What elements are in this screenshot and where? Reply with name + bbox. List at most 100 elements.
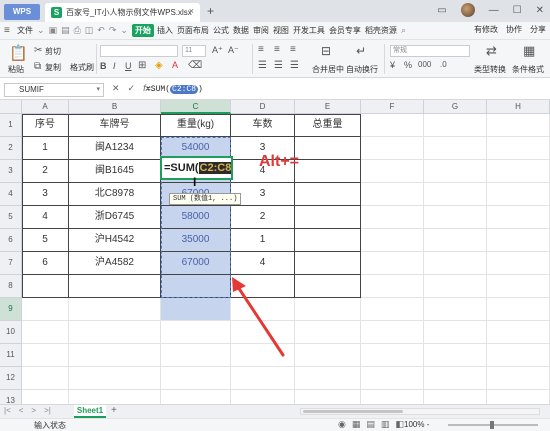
row-header-13[interactable]: 13 <box>0 390 22 404</box>
redo-icon[interactable]: ↷ <box>109 25 117 36</box>
cell-h13[interactable] <box>487 390 550 404</box>
paste-button[interactable]: 粘贴 <box>8 64 24 75</box>
row-header-1[interactable]: 1 <box>0 114 22 137</box>
cell-d6[interactable]: 1 <box>231 229 295 252</box>
collaborate-button[interactable]: 协作 <box>506 24 522 35</box>
conditional-format-icon[interactable]: ▦ <box>523 43 535 59</box>
cell-d12[interactable] <box>231 367 295 390</box>
cancel-icon[interactable]: ✕ <box>112 83 120 94</box>
cell-e10[interactable] <box>295 321 361 344</box>
zoom-knob[interactable] <box>490 421 494 429</box>
conditional-format-button[interactable]: 条件格式 <box>512 64 544 75</box>
cell-b8[interactable] <box>69 275 161 298</box>
document-tab[interactable]: S 百家号_IT小人物示例文件WPS.xlsx × <box>45 3 200 22</box>
cell-g10[interactable] <box>424 321 487 344</box>
menu-member[interactable]: 会员专享 <box>329 25 361 36</box>
cell-f1[interactable] <box>361 114 424 137</box>
has-changes-button[interactable]: 有修改 <box>474 24 498 35</box>
cell-f6[interactable] <box>361 229 424 252</box>
menu-insert[interactable]: 插入 <box>157 25 173 36</box>
cell-c8[interactable] <box>161 275 231 298</box>
cell-a3[interactable]: 2 <box>22 160 69 183</box>
cell-a7[interactable]: 6 <box>22 252 69 275</box>
new-tab-button[interactable]: + <box>207 4 214 18</box>
save-icon[interactable]: ▤ <box>61 25 70 36</box>
more-icon[interactable]: ⌄ <box>120 25 128 36</box>
eye-icon[interactable]: ◉ <box>338 419 346 430</box>
page-view-icon[interactable]: ▤ <box>366 419 375 430</box>
column-header-c[interactable]: C <box>161 100 231 114</box>
font-name-select[interactable] <box>100 45 178 57</box>
type-convert-icon[interactable]: ⇄ <box>486 43 497 59</box>
minimize-icon[interactable]: — <box>489 5 499 16</box>
cell-d11[interactable] <box>231 344 295 367</box>
format-painter-button[interactable]: 格式刷 <box>70 62 94 73</box>
cell-d5[interactable]: 2 <box>231 206 295 229</box>
row-header-12[interactable]: 12 <box>0 367 22 390</box>
cell-h9[interactable] <box>487 298 550 321</box>
row-header-4[interactable]: 4 <box>0 183 22 206</box>
row-header-2[interactable]: 2 <box>0 137 22 160</box>
row-header-5[interactable]: 5 <box>0 206 22 229</box>
layout-icon[interactable]: ▭ <box>437 5 446 16</box>
cell-h12[interactable] <box>487 367 550 390</box>
decimal-icon[interactable]: .0 <box>440 60 447 69</box>
percent-icon[interactable]: % <box>404 60 412 70</box>
cell-b13[interactable] <box>69 390 161 404</box>
cell-a2[interactable]: 1 <box>22 137 69 160</box>
bold-icon[interactable]: B <box>100 61 107 71</box>
cell-g1[interactable] <box>424 114 487 137</box>
cell-h11[interactable] <box>487 344 550 367</box>
menu-start[interactable]: 开始 <box>131 24 154 37</box>
cell-c5[interactable]: 58000 <box>161 206 231 229</box>
horizontal-scrollbar[interactable] <box>300 408 540 415</box>
prev-sheet-icon[interactable]: < <box>19 406 24 415</box>
wps-home-tab[interactable]: WPS <box>4 4 40 20</box>
cell-g5[interactable] <box>424 206 487 229</box>
wrap-icon[interactable]: ↵ <box>356 44 366 58</box>
menu-review[interactable]: 审阅 <box>253 25 269 36</box>
cell-e12[interactable] <box>295 367 361 390</box>
cell-d7[interactable]: 4 <box>231 252 295 275</box>
row-header-9[interactable]: 9 <box>0 298 22 321</box>
cell-a10[interactable] <box>22 321 69 344</box>
merge-icon[interactable]: ⊟ <box>321 44 331 58</box>
row-header-7[interactable]: 7 <box>0 252 22 275</box>
cell-b5[interactable]: 浙D6745 <box>69 206 161 229</box>
cell-h2[interactable] <box>487 137 550 160</box>
menu-icon[interactable]: ≡ <box>4 25 14 36</box>
menu-page-layout[interactable]: 页面布局 <box>177 25 209 36</box>
cell-c12[interactable] <box>161 367 231 390</box>
cut-button[interactable]: 剪切 <box>45 46 61 57</box>
cell-c7[interactable]: 67000 <box>161 252 231 275</box>
cell-d9[interactable] <box>231 298 295 321</box>
cell-f7[interactable] <box>361 252 424 275</box>
cell-e5[interactable] <box>295 206 361 229</box>
menu-formulas[interactable]: 公式 <box>213 25 229 36</box>
cell-c13[interactable] <box>161 390 231 404</box>
column-header-a[interactable]: A <box>22 100 69 114</box>
cell-b9[interactable] <box>69 298 161 321</box>
cell-g4[interactable] <box>424 183 487 206</box>
cell-d1[interactable]: 车数 <box>231 114 295 137</box>
font-color-icon[interactable]: A <box>172 60 178 70</box>
cell-g8[interactable] <box>424 275 487 298</box>
cell-c9[interactable] <box>161 298 231 321</box>
underline-icon[interactable]: U <box>125 61 132 71</box>
cell-a5[interactable]: 4 <box>22 206 69 229</box>
cell-g3[interactable] <box>424 160 487 183</box>
cell-f12[interactable] <box>361 367 424 390</box>
column-header-e[interactable]: E <box>295 100 361 114</box>
cell-b11[interactable] <box>69 344 161 367</box>
cell-b10[interactable] <box>69 321 161 344</box>
cell-h5[interactable] <box>487 206 550 229</box>
fill-color-icon[interactable]: ◈ <box>155 60 163 71</box>
shrink-font-icon[interactable]: A⁻ <box>228 45 239 56</box>
align-top-icon[interactable]: ≡ <box>258 44 264 55</box>
font-size-select[interactable]: 11 <box>182 45 206 57</box>
cell-b12[interactable] <box>69 367 161 390</box>
menu-developer[interactable]: 开发工具 <box>293 25 325 36</box>
last-sheet-icon[interactable]: >| <box>44 406 51 415</box>
cell-a13[interactable] <box>22 390 69 404</box>
spreadsheet-grid[interactable]: A B C D E F G H 1 序号 车牌号 重量(kg) 车数 总重量 2 1 闽A1234 54000 3 3… <box>0 100 550 404</box>
